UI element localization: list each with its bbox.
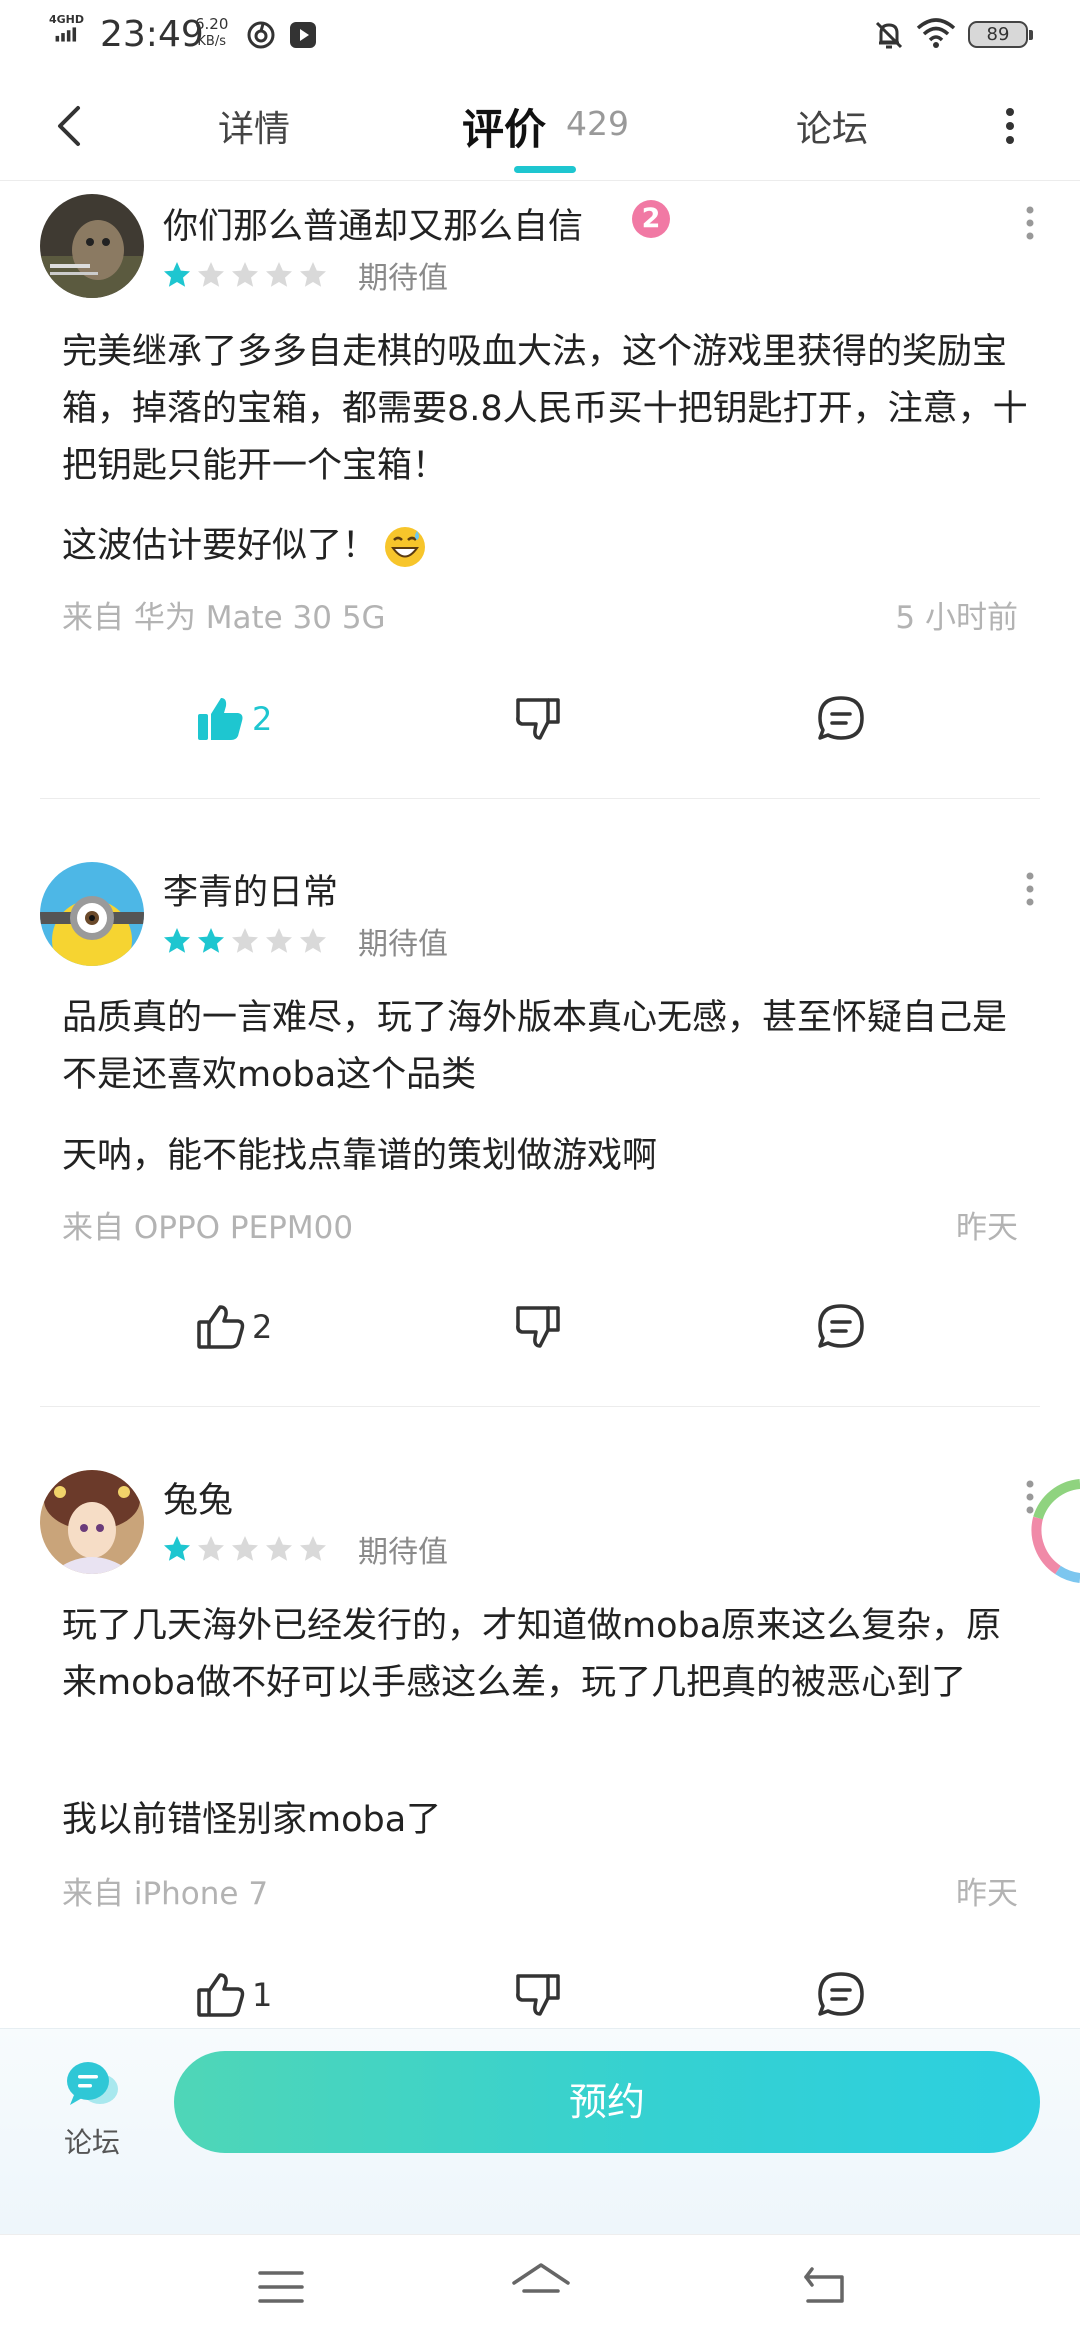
active-tab-indicator [514, 166, 576, 173]
comment-bubble-icon [818, 1304, 864, 1348]
reserve-button[interactable]: 预约 [174, 2051, 1040, 2153]
username[interactable]: 兔兔 [163, 1472, 233, 1523]
user-avatar[interactable] [40, 194, 144, 298]
system-nav-bar [0, 2234, 1080, 2341]
thumbs-down-icon [516, 1974, 560, 2016]
star-empty-icon [232, 262, 258, 287]
username[interactable]: 你们那么普通却又那么自信 [163, 198, 583, 249]
speed-unit: KB/s [197, 34, 226, 49]
star-empty-icon [266, 1536, 292, 1561]
rating-stars [162, 1534, 328, 1564]
star-empty-icon [300, 928, 326, 953]
dislike-button[interactable] [514, 1298, 570, 1354]
star-filled-icon [164, 262, 190, 287]
review-text-line: 这波估计要好似了！ [62, 526, 378, 566]
tab-forum[interactable]: 论坛 [796, 100, 868, 152]
floating-assistant-icon[interactable] [1018, 1478, 1080, 1588]
dislike-button[interactable] [514, 1966, 570, 2022]
more-options-icon[interactable] [1020, 204, 1040, 244]
mute-bell-icon [875, 21, 903, 49]
thumbs-up-icon [197, 1305, 245, 1349]
clock: 23:49 [100, 14, 204, 55]
video-app-icon [290, 22, 316, 48]
star-filled-icon [164, 1536, 190, 1561]
like-button[interactable]: 2 [196, 690, 296, 746]
home-icon[interactable] [510, 2261, 572, 2311]
review-text: 我以前错怪别家moba了 [62, 1800, 442, 1840]
like-count: 1 [252, 1976, 273, 2014]
back-arrow-icon[interactable] [52, 104, 88, 148]
thumbs-down-icon [516, 698, 560, 740]
like-button[interactable]: 2 [196, 1298, 296, 1354]
network-type: 4GHD [49, 13, 85, 26]
user-level-badge: 2 [632, 200, 670, 238]
user-avatar[interactable] [40, 1470, 144, 1574]
device-info: 来自 iPhone 7 [62, 1876, 269, 1912]
back-icon[interactable] [802, 2265, 848, 2307]
like-count: 2 [252, 1308, 273, 1346]
signal-icon [55, 27, 77, 42]
star-empty-icon [232, 928, 258, 953]
review-text: 天呐，能不能找点靠谱的策划做游戏啊 [62, 1136, 658, 1176]
thumbs-up-filled-icon [198, 698, 243, 740]
star-empty-icon [300, 262, 326, 287]
comment-button[interactable] [816, 1298, 872, 1354]
tab-reviews[interactable]: 评价 [462, 96, 546, 157]
tab-details[interactable]: 详情 [218, 100, 290, 152]
post-time: 昨天 [956, 1210, 1018, 1246]
star-empty-icon [232, 1536, 258, 1561]
comment-bubble-icon [818, 696, 864, 740]
star-filled-icon [164, 928, 190, 953]
netease-music-icon [247, 21, 275, 49]
rating-label: 期待值 [358, 261, 448, 296]
rating-label: 期待值 [358, 1535, 448, 1570]
username[interactable]: 李青的日常 [163, 864, 338, 915]
more-options-icon[interactable] [1020, 870, 1040, 910]
post-time: 昨天 [956, 1876, 1018, 1912]
thumbs-down-icon [516, 1306, 560, 1348]
device-info: 来自 华为 Mate 30 5G [62, 600, 386, 636]
top-nav: 详情 评价 429 论坛 [0, 70, 1080, 181]
wifi-icon [916, 18, 956, 48]
star-empty-icon [266, 262, 292, 287]
like-button[interactable]: 1 [196, 1966, 296, 2022]
battery-indicator: 89 [968, 21, 1033, 48]
review-text: 玩了几天海外已经发行的，才知道做moba原来这么复杂，原来moba做不好可以手感… [62, 1606, 1002, 1703]
star-filled-icon [198, 928, 224, 953]
comment-bubble-icon [818, 1972, 864, 2016]
like-count: 2 [252, 700, 273, 738]
comment-button[interactable] [816, 690, 872, 746]
review-text: 这波估计要好似了！ [62, 518, 1030, 575]
more-options-icon[interactable] [1000, 106, 1020, 146]
forum-button[interactable]: 论坛 [52, 2059, 132, 2169]
grinning-sweat-emoji-icon [385, 527, 426, 567]
divider [40, 1406, 1040, 1407]
user-avatar[interactable] [40, 862, 144, 966]
star-empty-icon [266, 928, 292, 953]
star-empty-icon [300, 1536, 326, 1561]
network-speed: 6.20 KB/s [195, 15, 228, 51]
review-text: 完美继承了多多自走棋的吸血大法，这个游戏里获得的奖励宝箱，掉落的宝箱，都需要8.… [62, 332, 1028, 486]
review-text: 品质真的一言难尽，玩了海外版本真心无感，甚至怀疑自己是不是还喜欢moba这个品类 [62, 998, 1008, 1095]
star-empty-icon [198, 262, 224, 287]
rating-stars [162, 260, 328, 290]
bottom-action-bar: 论坛 预约 [0, 2028, 1080, 2235]
rating-stars [162, 926, 328, 956]
star-empty-icon [198, 1536, 224, 1561]
divider [40, 798, 1040, 799]
post-time: 5 小时前 [895, 600, 1018, 636]
forum-label: 论坛 [63, 2126, 120, 2159]
speed-value: 6.20 [195, 15, 229, 33]
device-info: 来自 OPPO PEPM00 [62, 1210, 354, 1246]
rating-label: 期待值 [358, 927, 448, 962]
thumbs-up-icon [197, 1973, 245, 2017]
recent-apps-icon[interactable] [258, 2267, 304, 2307]
status-bar: 4GHD 23:49 6.20 KB/s 89 [0, 0, 1080, 70]
forum-chat-icon [67, 2062, 118, 2105]
comment-button[interactable] [816, 1966, 872, 2022]
review-count: 429 [566, 104, 629, 143]
dislike-button[interactable] [514, 690, 570, 746]
